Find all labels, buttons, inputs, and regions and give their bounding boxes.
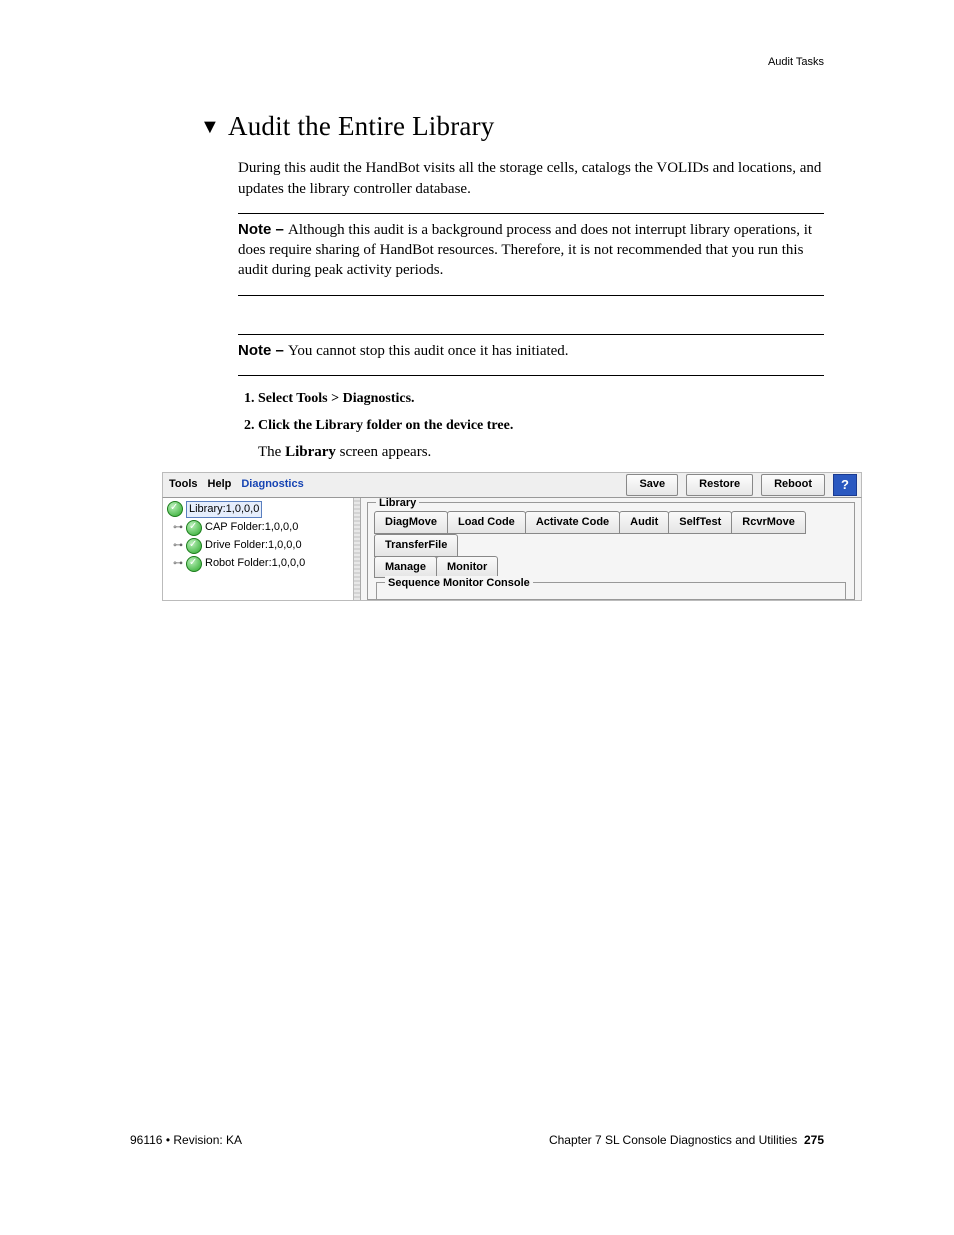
expand-icon[interactable]: ⊶ xyxy=(173,557,183,571)
note-1: Note – Although this audit is a backgrou… xyxy=(238,220,824,281)
tab-loadcode[interactable]: Load Code xyxy=(447,511,526,534)
inner-legend: Sequence Monitor Console xyxy=(385,576,533,591)
divider xyxy=(238,375,824,376)
footer-right: Chapter 7 SL Console Diagnostics and Uti… xyxy=(549,1133,824,1147)
save-button[interactable]: Save xyxy=(626,474,678,496)
tree-label: CAP Folder:1,0,0,0 xyxy=(205,520,298,535)
toolbar: Tools Help Diagnostics Save Restore Rebo… xyxy=(162,472,862,498)
step-text: Select Tools > Diagnostics. xyxy=(258,391,415,406)
triangle-down-icon: ▼ xyxy=(200,114,220,141)
tab-rcvrmove[interactable]: RcvrMove xyxy=(731,511,806,534)
tab-selftest[interactable]: SelfTest xyxy=(668,511,732,534)
splitter[interactable] xyxy=(354,498,361,600)
restore-button[interactable]: Restore xyxy=(686,474,753,496)
page-number: 275 xyxy=(804,1133,824,1147)
tab-transferfile[interactable]: TransferFile xyxy=(374,534,458,557)
step-text: Click the Library folder on the device t… xyxy=(258,418,513,433)
divider xyxy=(238,295,824,296)
tree-root[interactable]: Library:1,0,0,0 xyxy=(165,500,351,519)
panel-legend: Library xyxy=(376,498,419,511)
ok-icon xyxy=(167,501,183,517)
section-heading: ▼ Audit the Entire Library xyxy=(200,108,824,144)
ok-icon xyxy=(186,520,202,536)
reboot-button[interactable]: Reboot xyxy=(761,474,825,496)
menu-tools[interactable]: Tools xyxy=(169,477,198,492)
tab-monitor[interactable]: Monitor xyxy=(436,556,498,579)
footer-left: 96116 • Revision: KA xyxy=(130,1133,242,1147)
divider xyxy=(238,213,824,214)
console-screenshot: Tools Help Diagnostics Save Restore Rebo… xyxy=(162,472,862,601)
menu-help[interactable]: Help xyxy=(208,477,232,492)
note-label: Note – xyxy=(238,221,288,238)
tab-audit[interactable]: Audit xyxy=(619,511,669,534)
ok-icon xyxy=(186,538,202,554)
note-text: You cannot stop this audit once it has i… xyxy=(288,343,569,359)
intro-paragraph: During this audit the HandBot visits all… xyxy=(238,158,824,199)
header-section-label: Audit Tasks xyxy=(200,55,824,70)
expand-icon[interactable]: ⊶ xyxy=(173,521,183,535)
menu-diagnostics[interactable]: Diagnostics xyxy=(241,477,303,492)
device-tree[interactable]: Library:1,0,0,0 ⊶ CAP Folder:1,0,0,0 ⊶ D… xyxy=(163,498,354,600)
tab-manage[interactable]: Manage xyxy=(374,556,437,579)
tab-diagmove[interactable]: DiagMove xyxy=(374,511,448,534)
section-title-text: Audit the Entire Library xyxy=(228,111,494,141)
tab-activatecode[interactable]: Activate Code xyxy=(525,511,620,534)
expand-icon[interactable]: ⊶ xyxy=(173,539,183,553)
divider xyxy=(238,334,824,335)
step-2: Click the Library folder on the device t… xyxy=(258,417,824,462)
tree-label: Drive Folder:1,0,0,0 xyxy=(205,538,302,553)
step-sub: The Library screen appears. xyxy=(258,442,824,462)
note-2: Note – You cannot stop this audit once i… xyxy=(238,341,824,361)
tree-label: Robot Folder:1,0,0,0 xyxy=(205,556,305,571)
main-panel: Library DiagMove Load Code Activate Code… xyxy=(361,498,861,600)
note-label: Note – xyxy=(238,342,288,359)
step-1: Select Tools > Diagnostics. xyxy=(258,390,824,409)
note-text: Although this audit is a background proc… xyxy=(238,222,812,279)
ok-icon xyxy=(186,556,202,572)
tree-item-robot[interactable]: ⊶ Robot Folder:1,0,0,0 xyxy=(171,555,351,573)
help-icon[interactable]: ? xyxy=(833,474,857,496)
tree-label: Library:1,0,0,0 xyxy=(186,501,262,518)
tree-item-cap[interactable]: ⊶ CAP Folder:1,0,0,0 xyxy=(171,519,351,537)
tree-item-drive[interactable]: ⊶ Drive Folder:1,0,0,0 xyxy=(171,537,351,555)
